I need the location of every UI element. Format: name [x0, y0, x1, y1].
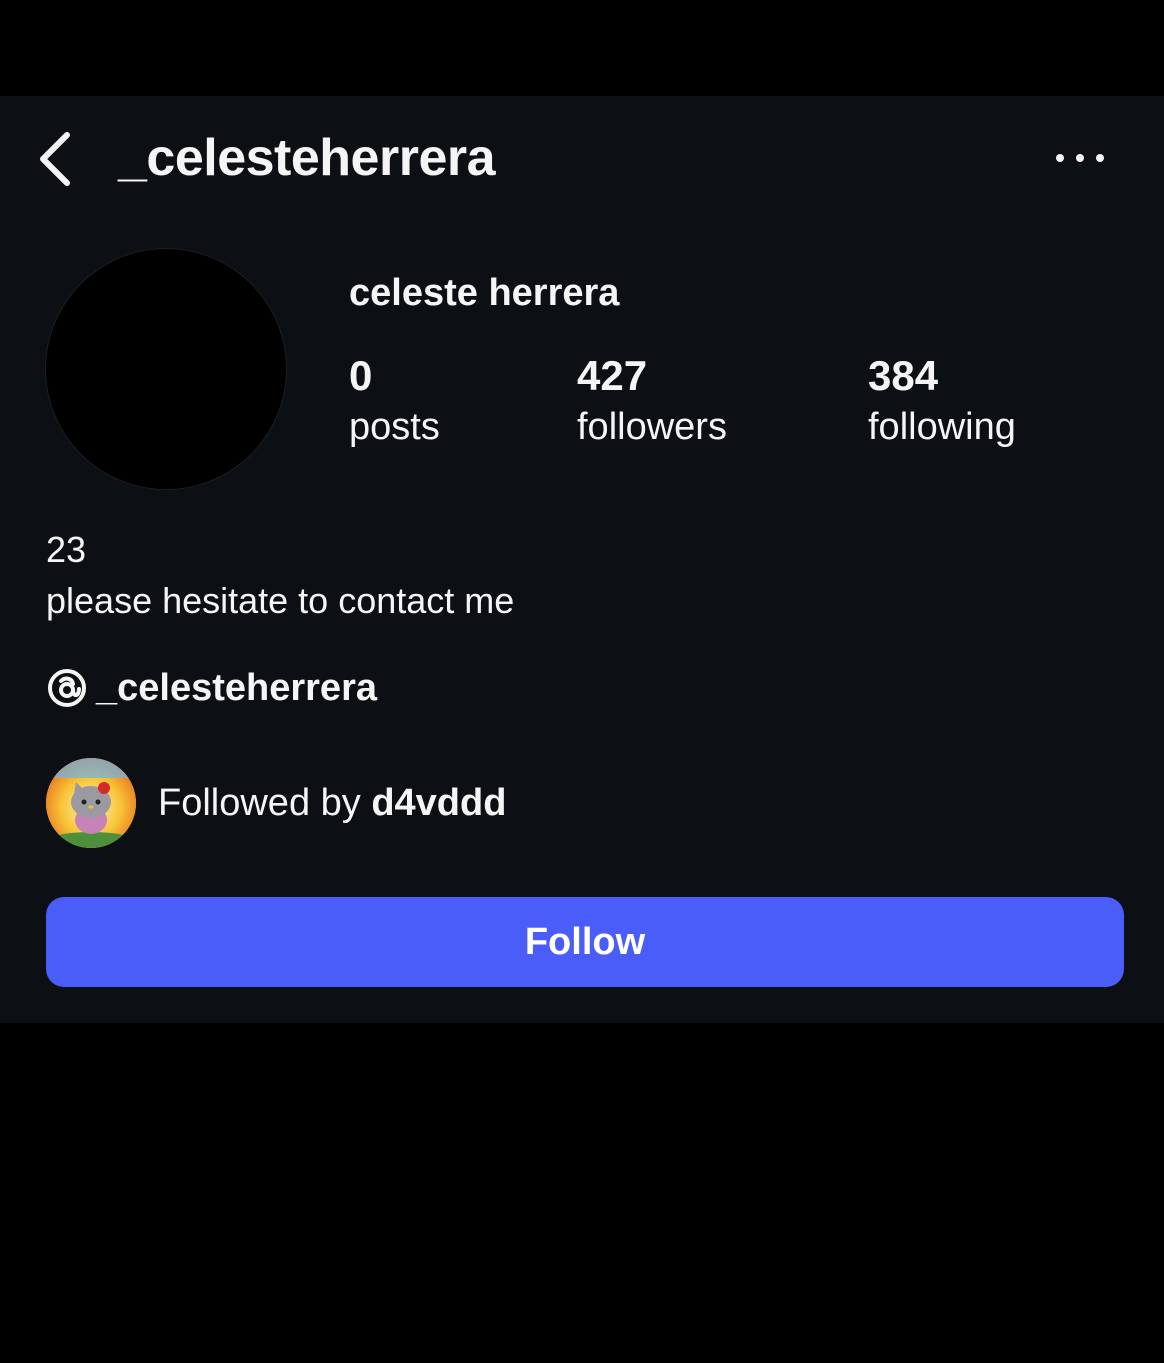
stat-following-label: following [868, 406, 1016, 448]
more-horizontal-icon [1056, 154, 1064, 162]
followed-by-user[interactable]: d4vddd [371, 782, 506, 824]
cartoon-cat-avatar-icon [46, 758, 136, 848]
threads-link[interactable]: _celesteherrera [46, 661, 377, 715]
followed-by-prefix: Followed by [158, 782, 361, 824]
more-options-button[interactable] [1050, 140, 1110, 176]
stat-posts-value: 0 [349, 352, 373, 399]
followed-by-row[interactable]: Followed by d4vddd [46, 758, 506, 848]
stat-following-value: 384 [868, 352, 939, 399]
stat-posts-label: posts [349, 406, 440, 448]
stat-posts[interactable]: 0 posts [349, 350, 440, 452]
threads-handle: _celesteherrera [96, 667, 377, 709]
follow-button[interactable]: Follow [46, 897, 1124, 987]
profile-avatar[interactable] [46, 249, 286, 489]
profile-panel [0, 96, 1164, 1023]
chevron-left-icon [40, 132, 70, 186]
follower-avatar [46, 758, 136, 848]
profile-username: _celesteherrera [118, 129, 496, 187]
stat-following[interactable]: 384 following [868, 350, 1016, 452]
stat-followers-label: followers [577, 406, 727, 448]
bio-line-1: 23 [46, 529, 87, 570]
display-name: celeste herrera [349, 272, 620, 314]
threads-icon [48, 669, 86, 707]
stat-followers[interactable]: 427 followers [577, 350, 727, 452]
followed-by-text: Followed by d4vddd [158, 778, 506, 828]
stat-followers-value: 427 [577, 352, 648, 399]
back-button[interactable] [30, 128, 80, 190]
bio-line-2: please hesitate to contact me [46, 580, 515, 621]
